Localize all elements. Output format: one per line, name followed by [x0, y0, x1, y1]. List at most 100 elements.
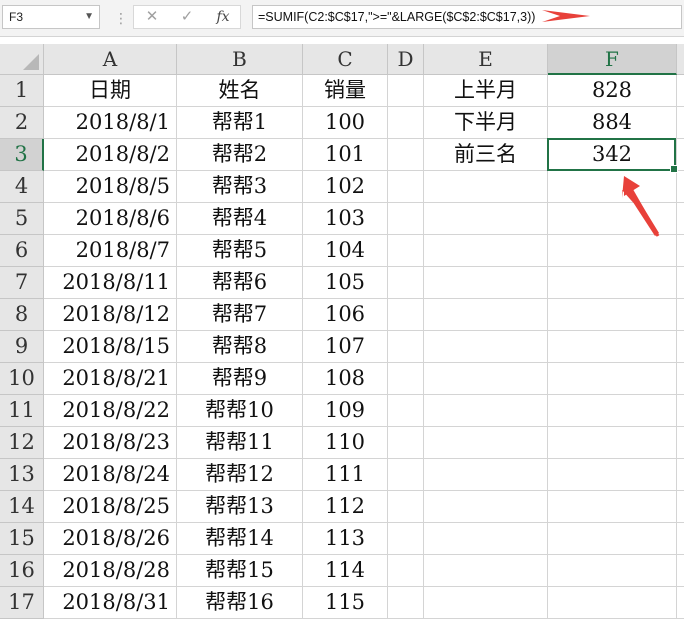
cell-f10[interactable] — [548, 363, 677, 395]
cell-a1[interactable]: 日期 — [44, 75, 177, 107]
row-header-5[interactable]: 5 — [0, 203, 44, 235]
cell-next-13[interactable] — [677, 459, 684, 491]
row-header-11[interactable]: 11 — [0, 395, 44, 427]
cell-c2[interactable]: 100 — [303, 107, 388, 139]
cell-d13[interactable] — [388, 459, 424, 491]
cell-e7[interactable] — [424, 267, 548, 299]
row-header-15[interactable]: 15 — [0, 523, 44, 555]
cell-e12[interactable] — [424, 427, 548, 459]
cell-f3[interactable]: 342 — [548, 139, 677, 171]
cell-b4[interactable]: 帮帮3 — [177, 171, 303, 203]
cell-e9[interactable] — [424, 331, 548, 363]
cell-c15[interactable]: 113 — [303, 523, 388, 555]
column-header-c[interactable]: C — [303, 44, 388, 75]
cell-a14[interactable]: 2018/8/25 — [44, 491, 177, 523]
cell-d14[interactable] — [388, 491, 424, 523]
column-header-b[interactable]: B — [177, 44, 303, 75]
cell-e4[interactable] — [424, 171, 548, 203]
row-header-10[interactable]: 10 — [0, 363, 44, 395]
cell-e1[interactable]: 上半月 — [424, 75, 548, 107]
column-header-a[interactable]: A — [44, 44, 177, 75]
cell-e2[interactable]: 下半月 — [424, 107, 548, 139]
cell-e13[interactable] — [424, 459, 548, 491]
column-header-next[interactable] — [677, 44, 684, 75]
cell-e10[interactable] — [424, 363, 548, 395]
row-header-1[interactable]: 1 — [0, 75, 44, 107]
cell-e17[interactable] — [424, 587, 548, 619]
cell-b9[interactable]: 帮帮8 — [177, 331, 303, 363]
cell-a3[interactable]: 2018/8/2 — [44, 139, 177, 171]
cell-next-9[interactable] — [677, 331, 684, 363]
cell-a7[interactable]: 2018/8/11 — [44, 267, 177, 299]
cell-f4[interactable] — [548, 171, 677, 203]
row-header-14[interactable]: 14 — [0, 491, 44, 523]
cell-d3[interactable] — [388, 139, 424, 171]
cell-b10[interactable]: 帮帮9 — [177, 363, 303, 395]
cell-c12[interactable]: 110 — [303, 427, 388, 459]
cell-f8[interactable] — [548, 299, 677, 331]
cell-c1[interactable]: 销量 — [303, 75, 388, 107]
cell-f12[interactable] — [548, 427, 677, 459]
cell-f16[interactable] — [548, 555, 677, 587]
cell-a10[interactable]: 2018/8/21 — [44, 363, 177, 395]
cell-next-10[interactable] — [677, 363, 684, 395]
cell-b3[interactable]: 帮帮2 — [177, 139, 303, 171]
cell-b13[interactable]: 帮帮12 — [177, 459, 303, 491]
cell-a13[interactable]: 2018/8/24 — [44, 459, 177, 491]
cell-c6[interactable]: 104 — [303, 235, 388, 267]
row-header-2[interactable]: 2 — [0, 107, 44, 139]
enter-icon[interactable]: ✓ — [176, 7, 198, 27]
cell-c13[interactable]: 111 — [303, 459, 388, 491]
cell-b15[interactable]: 帮帮14 — [177, 523, 303, 555]
cell-e8[interactable] — [424, 299, 548, 331]
cell-b1[interactable]: 姓名 — [177, 75, 303, 107]
cell-next-3[interactable] — [677, 139, 684, 171]
formula-input[interactable]: =SUMIF(C2:$C$17,">="&LARGE($C$2:$C$17,3)… — [252, 5, 682, 29]
cell-f2[interactable]: 884 — [548, 107, 677, 139]
cell-f13[interactable] — [548, 459, 677, 491]
cell-e5[interactable] — [424, 203, 548, 235]
row-header-7[interactable]: 7 — [0, 267, 44, 299]
cell-f14[interactable] — [548, 491, 677, 523]
chevron-down-icon[interactable]: ▼ — [84, 6, 94, 28]
cell-b17[interactable]: 帮帮16 — [177, 587, 303, 619]
cell-d5[interactable] — [388, 203, 424, 235]
cell-c5[interactable]: 103 — [303, 203, 388, 235]
cell-next-12[interactable] — [677, 427, 684, 459]
cell-e6[interactable] — [424, 235, 548, 267]
cell-c8[interactable]: 106 — [303, 299, 388, 331]
row-header-13[interactable]: 13 — [0, 459, 44, 491]
row-header-8[interactable]: 8 — [0, 299, 44, 331]
cell-d9[interactable] — [388, 331, 424, 363]
cell-d15[interactable] — [388, 523, 424, 555]
column-header-e[interactable]: E — [424, 44, 548, 75]
cell-c16[interactable]: 114 — [303, 555, 388, 587]
cell-a4[interactable]: 2018/8/5 — [44, 171, 177, 203]
drag-handle-icon[interactable]: ⋮ — [114, 10, 128, 27]
cell-e15[interactable] — [424, 523, 548, 555]
cell-a11[interactable]: 2018/8/22 — [44, 395, 177, 427]
cell-d6[interactable] — [388, 235, 424, 267]
cell-next-1[interactable] — [677, 75, 684, 107]
row-header-16[interactable]: 16 — [0, 555, 44, 587]
cell-c10[interactable]: 108 — [303, 363, 388, 395]
select-all-corner[interactable] — [0, 44, 44, 75]
cell-next-15[interactable] — [677, 523, 684, 555]
cell-a17[interactable]: 2018/8/31 — [44, 587, 177, 619]
cell-next-2[interactable] — [677, 107, 684, 139]
cell-d7[interactable] — [388, 267, 424, 299]
name-box[interactable]: F3 ▼ — [2, 5, 100, 29]
column-header-f[interactable]: F — [548, 44, 677, 75]
row-header-3[interactable]: 3 — [0, 139, 44, 171]
cell-b5[interactable]: 帮帮4 — [177, 203, 303, 235]
cell-b6[interactable]: 帮帮5 — [177, 235, 303, 267]
cell-d8[interactable] — [388, 299, 424, 331]
cell-f17[interactable] — [548, 587, 677, 619]
cell-d17[interactable] — [388, 587, 424, 619]
cell-next-16[interactable] — [677, 555, 684, 587]
cell-d4[interactable] — [388, 171, 424, 203]
row-header-4[interactable]: 4 — [0, 171, 44, 203]
cell-f1[interactable]: 828 — [548, 75, 677, 107]
row-header-9[interactable]: 9 — [0, 331, 44, 363]
cell-next-8[interactable] — [677, 299, 684, 331]
